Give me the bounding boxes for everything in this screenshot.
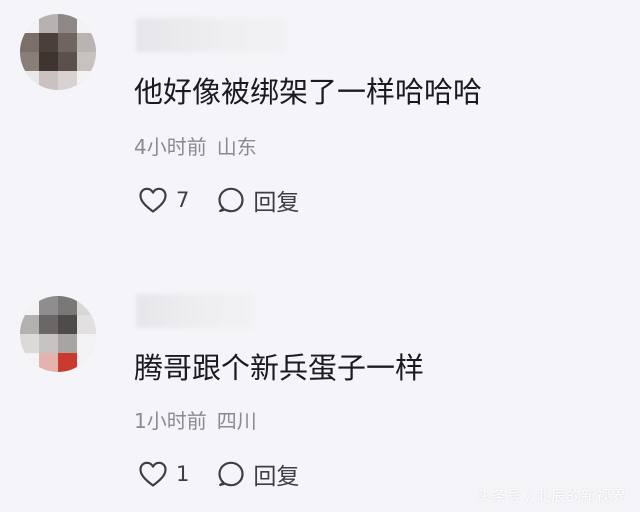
- speech-bubble-icon: [218, 461, 244, 487]
- mosaic-tile: [77, 71, 96, 90]
- mosaic-tile: [20, 14, 39, 33]
- comment-location: 山东: [216, 135, 257, 159]
- mosaic-tile: [39, 71, 58, 90]
- like-button[interactable]: 1: [138, 460, 189, 488]
- watermark: 头条号 / 北辰的新视界: [476, 487, 626, 505]
- mosaic-tile: [39, 14, 58, 33]
- comment-actions: 7 回复: [138, 183, 299, 217]
- like-button[interactable]: 7: [138, 186, 189, 214]
- mosaic-tile: [77, 296, 96, 315]
- comment-meta: 4小时前 山东: [134, 134, 257, 160]
- comment-meta: 1小时前 四川: [134, 408, 257, 434]
- mosaic-tile: [39, 334, 58, 353]
- mosaic-tile: [20, 296, 39, 315]
- mosaic-tile: [20, 315, 39, 334]
- mosaic-tile: [58, 296, 77, 315]
- mosaic-tile: [77, 353, 96, 372]
- comment-time: 4小时前: [134, 135, 207, 159]
- mosaic-tile: [39, 315, 58, 334]
- mosaic-tile: [58, 353, 77, 372]
- mosaic-tile: [20, 33, 39, 52]
- mosaic-tile: [20, 71, 39, 90]
- speech-bubble-icon: [218, 187, 244, 213]
- comment-item: 他好像被绑架了一样哈哈哈 4小时前 山东 7 回复: [0, 0, 640, 250]
- mosaic-tile: [20, 52, 39, 71]
- comment-actions: 1 回复: [138, 457, 299, 491]
- mosaic-tile: [20, 334, 39, 353]
- comment-text: 他好像被绑架了一样哈哈哈: [134, 75, 483, 109]
- username-blurred[interactable]: [136, 294, 254, 328]
- mosaic-tile: [77, 315, 96, 334]
- mosaic-tile: [39, 296, 58, 315]
- mosaic-tile: [58, 315, 77, 334]
- comment-item: 腾哥跟个新兵蛋子一样 1小时前 四川 1 回复: [0, 270, 640, 512]
- username-blurred[interactable]: [136, 18, 286, 52]
- reply-button[interactable]: 回复: [217, 457, 299, 491]
- avatar[interactable]: [20, 14, 96, 90]
- mosaic-tile: [58, 334, 77, 353]
- reply-label: 回复: [253, 464, 300, 490]
- mosaic-tile: [58, 52, 77, 71]
- mosaic-tile: [58, 14, 77, 33]
- heart-outline-icon: [139, 187, 167, 213]
- comment-time: 1小时前: [134, 409, 207, 433]
- mosaic-tile: [58, 71, 77, 90]
- like-count: 7: [176, 188, 190, 212]
- reply-label: 回复: [253, 190, 300, 216]
- mosaic-tile: [39, 353, 58, 372]
- mosaic-tile: [77, 334, 96, 353]
- like-count: 1: [176, 462, 190, 486]
- avatar-mosaic: [20, 296, 96, 372]
- avatar-mosaic: [20, 14, 96, 90]
- avatar[interactable]: [20, 296, 96, 372]
- comment-location: 四川: [216, 409, 257, 433]
- mosaic-tile: [77, 14, 96, 33]
- mosaic-tile: [58, 33, 77, 52]
- heart-outline-icon: [139, 461, 167, 487]
- comment-text: 腾哥跟个新兵蛋子一样: [134, 351, 425, 385]
- mosaic-tile: [39, 33, 58, 52]
- mosaic-tile: [77, 52, 96, 71]
- mosaic-tile: [77, 33, 96, 52]
- mosaic-tile: [39, 52, 58, 71]
- reply-button[interactable]: 回复: [217, 183, 299, 217]
- mosaic-tile: [20, 353, 39, 372]
